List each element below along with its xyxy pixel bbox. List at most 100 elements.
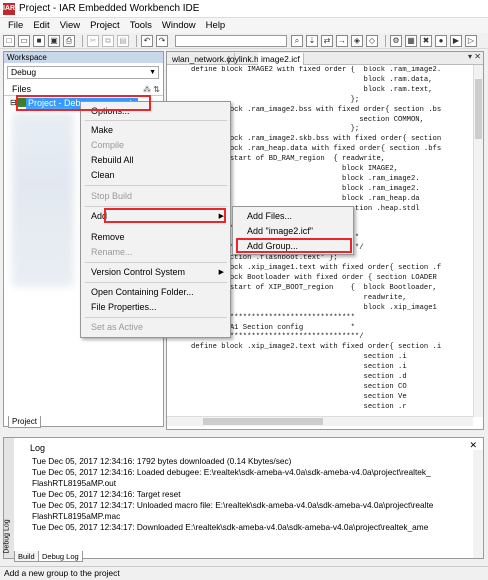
log-line: Tue Dec 05, 2017 12:34:16: 1792 bytes do…: [32, 456, 292, 466]
scroll-thumb[interactable]: [203, 418, 323, 425]
replace-icon[interactable]: ⇄: [321, 34, 333, 47]
print-icon[interactable]: ⎙: [63, 34, 75, 47]
menu-item-open-containing-folder[interactable]: Open Containing Folder...: [91, 286, 194, 299]
menu-item-version-control[interactable]: Version Control System: [91, 266, 185, 279]
editor-horizontal-scrollbar[interactable]: [167, 416, 473, 426]
code-line: section .d: [191, 373, 407, 382]
menu-item-stop-build[interactable]: Stop Build: [91, 190, 132, 203]
menu-item-rebuild-all[interactable]: Rebuild All: [91, 154, 134, 167]
menu-help[interactable]: Help: [201, 20, 231, 31]
toolbar-divider: [82, 34, 83, 47]
code-line: /*************************************: [191, 313, 355, 322]
next-bookmark-icon[interactable]: ◇: [366, 34, 378, 47]
code-line: block .ram_heap.da: [191, 194, 420, 203]
menu-item-file-properties[interactable]: File Properties...: [91, 301, 157, 314]
log-line: Tue Dec 05, 2017 12:34:17: Downloaded E:…: [32, 522, 429, 532]
menu-project[interactable]: Project: [85, 20, 125, 31]
bookmark-icon[interactable]: ◈: [351, 34, 363, 47]
menu-item-rename[interactable]: Rename...: [91, 246, 133, 259]
code-line: define block .ram_image2.skb.bss with fi…: [191, 135, 442, 144]
menu-edit[interactable]: Edit: [28, 20, 54, 31]
log-line: FlashRTL8195aMP.mac: [32, 511, 121, 521]
menu-item-remove[interactable]: Remove: [91, 231, 125, 244]
window-title: Project - IAR Embedded Workbench IDE: [19, 3, 200, 14]
code-line: section Ve: [191, 392, 407, 401]
log-line: Tue Dec 05, 2017 12:34:17: Unloaded macr…: [32, 500, 434, 510]
cut-icon[interactable]: ✂: [87, 34, 99, 47]
log-vertical-scrollbar[interactable]: [473, 450, 483, 558]
code-line: define block IMAGE2 with fixed order { b…: [191, 66, 442, 74]
paste-icon[interactable]: ▤: [117, 34, 129, 47]
menu-tools[interactable]: Tools: [125, 20, 157, 31]
download-debug-icon[interactable]: ▶: [450, 34, 462, 47]
code-line: block .ram.text,: [191, 85, 433, 94]
code-line: section CO: [191, 383, 407, 391]
code-line: place at start of XIP_BOOT_region { bloc…: [191, 283, 437, 292]
debug-log-side-tab: Debug Log: [4, 438, 14, 558]
log-header: Log: [30, 443, 46, 453]
code-line: block .ram.data,: [191, 75, 433, 84]
highlight-project-node: [16, 95, 151, 111]
menu-view[interactable]: View: [55, 20, 85, 31]
tab-image2-icf[interactable]: image2.icf: [258, 53, 304, 65]
menu-item-add-files[interactable]: Add Files...: [247, 210, 292, 223]
code-line: section COMMON,: [191, 115, 424, 124]
code-line: section .i: [191, 363, 407, 372]
menu-item-make[interactable]: Make: [91, 124, 113, 137]
find-icon[interactable]: ⌕: [291, 34, 303, 47]
log-lines[interactable]: Tue Dec 05, 2017 12:34:16: 1792 bytes do…: [32, 456, 472, 533]
goto-icon[interactable]: →: [336, 34, 348, 47]
menu-window[interactable]: Window: [157, 20, 201, 31]
status-bar: Add a new group to the project: [0, 566, 488, 580]
save-icon[interactable]: ■: [33, 34, 45, 47]
undo-icon[interactable]: ↶: [141, 34, 153, 47]
menu-bar: File Edit View Project Tools Window Help: [0, 18, 488, 33]
tab-project[interactable]: Project: [8, 416, 41, 428]
debug-without-download-icon[interactable]: ▷: [465, 34, 477, 47]
tab-build[interactable]: Build: [14, 551, 39, 562]
code-line: **************************************/: [191, 333, 364, 342]
scroll-thumb[interactable]: [475, 79, 482, 139]
toolbar-divider: [385, 34, 386, 47]
configuration-select[interactable]: Debug ▼: [7, 66, 159, 79]
configuration-value: Debug: [11, 67, 37, 77]
highlight-add-group-item: [236, 238, 352, 253]
menu-divider: [85, 317, 227, 318]
code-line: define block .xip_image1.text with fixed…: [191, 264, 442, 273]
submenu-arrow-icon: ▶: [218, 269, 224, 276]
toolbar: □ ▭ ■ ▣ ⎙ ✂ ⧉ ▤ ↶ ↷ ⌕ ⇣ ⇄ → ◈ ◇ ⚙ ▦ ✖ ● …: [0, 33, 488, 49]
menu-divider: [85, 282, 227, 283]
menu-divider: [85, 262, 227, 263]
log-line: FlashRTL8195aMP.out: [32, 478, 117, 488]
stop-build-icon[interactable]: ✖: [420, 34, 432, 47]
compile-icon[interactable]: ⚙: [390, 34, 402, 47]
redo-icon[interactable]: ↷: [156, 34, 168, 47]
menu-item-compile[interactable]: Compile: [91, 139, 124, 152]
code-line: readwrite,: [191, 293, 407, 302]
breakpoint-icon[interactable]: ●: [435, 34, 447, 47]
find-combobox[interactable]: [175, 34, 287, 47]
menu-file[interactable]: File: [3, 20, 28, 31]
code-line: define block .ram_heap.data with fixed o…: [191, 145, 442, 154]
open-folder-icon[interactable]: ▭: [18, 34, 30, 47]
menu-divider: [85, 120, 227, 121]
editor-vertical-scrollbar[interactable]: [473, 65, 483, 417]
new-file-icon[interactable]: □: [3, 34, 15, 47]
menu-divider: [85, 206, 227, 207]
code-line: block IMAGE2,: [191, 165, 399, 174]
editor-tab-controls[interactable]: ▾ ✕: [468, 52, 481, 61]
tab-debug-log[interactable]: Debug Log: [38, 551, 83, 562]
code-line: define block Bootloader with fixed order…: [191, 274, 437, 283]
menu-item-add-current-file[interactable]: Add "image2.icf": [247, 225, 313, 238]
make-icon[interactable]: ▦: [405, 34, 417, 47]
files-header-label: Files: [12, 84, 32, 94]
code-line: block .ram_image2.: [191, 184, 420, 193]
find-next-icon[interactable]: ⇣: [306, 34, 318, 47]
menu-item-set-as-active[interactable]: Set as Active: [91, 321, 143, 334]
editor-tabs: wlan_network.c joylink.h image2.icf ▾ ✕: [167, 52, 483, 65]
options-column-icon: ⇅: [153, 85, 160, 94]
save-all-icon[interactable]: ▣: [48, 34, 60, 47]
copy-icon[interactable]: ⧉: [102, 34, 114, 47]
menu-item-clean[interactable]: Clean: [91, 169, 115, 182]
code-line: keep { section .flashboot.text* };: [191, 254, 338, 263]
